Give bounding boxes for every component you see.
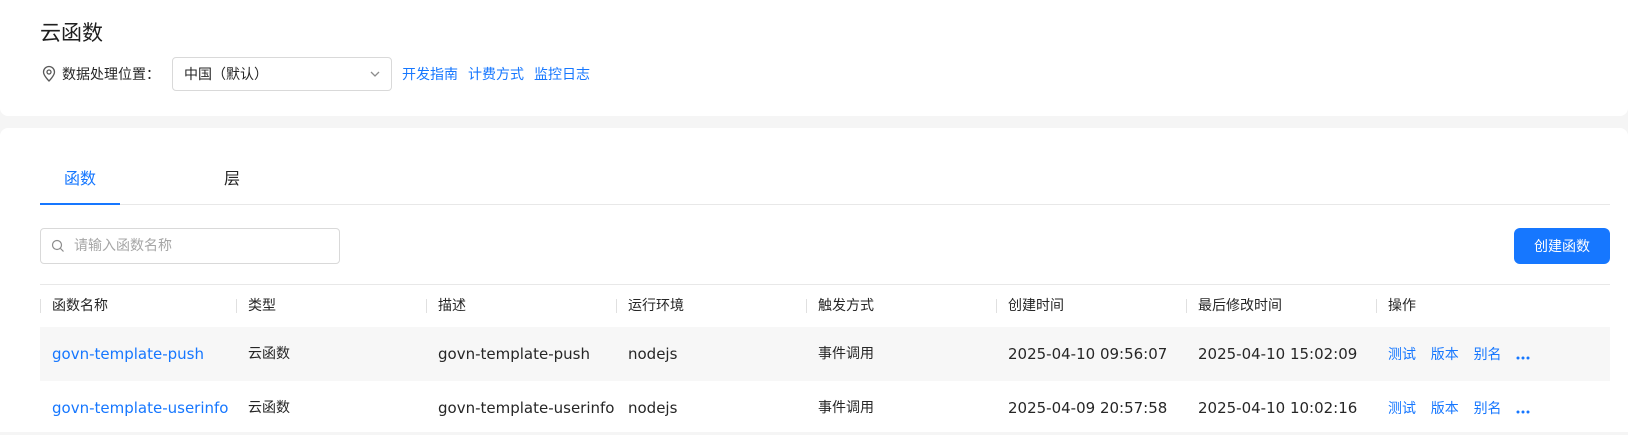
tab-functions[interactable]: 函数 <box>40 164 120 204</box>
function-type: 云函数 <box>236 381 426 435</box>
col-header-description: 描述 <box>426 285 616 327</box>
col-header-name: 函数名称 <box>40 285 236 327</box>
search-input[interactable] <box>72 237 326 255</box>
search-box[interactable] <box>40 228 340 264</box>
billing-link[interactable]: 计费方式 <box>468 64 524 84</box>
function-created: 2025-04-09 20:57:58 <box>996 381 1186 435</box>
function-name-link[interactable]: govn-template-userinfo <box>40 381 236 435</box>
test-action[interactable]: 测试 <box>1388 401 1416 417</box>
more-icon[interactable] <box>1516 382 1530 435</box>
table-row: govn-template-push 云函数 govn-template-pus… <box>40 327 1610 381</box>
more-icon[interactable] <box>1516 328 1530 382</box>
col-header-created: 创建时间 <box>996 285 1186 327</box>
region-label: 数据处理位置： <box>62 64 160 84</box>
col-header-actions: 操作 <box>1376 285 1610 327</box>
table-row: govn-template-userinfo 云函数 govn-template… <box>40 381 1610 435</box>
version-action[interactable]: 版本 <box>1431 401 1459 417</box>
region-row: 数据处理位置： 中国（默认） 开发指南 计费方式 监控日志 <box>40 56 590 92</box>
search-icon <box>51 239 65 253</box>
function-name-link[interactable]: govn-template-push <box>40 327 236 381</box>
function-trigger: 事件调用 <box>806 327 996 381</box>
row-actions: 测试 版本 别名 <box>1376 327 1610 381</box>
function-description: govn-template-push <box>426 327 616 381</box>
col-header-modified: 最后修改时间 <box>1186 285 1376 327</box>
chevron-down-icon <box>369 68 381 80</box>
functions-table: 函数名称 类型 描述 运行环境 触发方式 创建时间 最后修改时间 操作 govn… <box>40 284 1610 435</box>
function-modified: 2025-04-10 10:02:16 <box>1186 381 1376 435</box>
top-panel: 云函数 数据处理位置： 中国（默认） 开发指南 计费方式 监控日志 <box>0 0 1628 116</box>
function-description: govn-template-userinfo <box>426 381 616 435</box>
alias-action[interactable]: 别名 <box>1474 401 1502 417</box>
region-select[interactable]: 中国（默认） <box>172 57 392 91</box>
table-header: 函数名称 类型 描述 运行环境 触发方式 创建时间 最后修改时间 操作 <box>40 284 1610 327</box>
location-pin-icon <box>40 65 58 83</box>
create-function-button[interactable]: 创建函数 <box>1514 228 1610 264</box>
col-header-runtime: 运行环境 <box>616 285 806 327</box>
function-created: 2025-04-10 09:56:07 <box>996 327 1186 381</box>
page-title: 云函数 <box>40 18 103 48</box>
col-header-type: 类型 <box>236 285 426 327</box>
tab-layers[interactable]: 层 <box>192 164 272 204</box>
test-action[interactable]: 测试 <box>1388 347 1416 363</box>
col-header-trigger: 触发方式 <box>806 285 996 327</box>
function-trigger: 事件调用 <box>806 381 996 435</box>
region-select-value: 中国（默认） <box>184 64 268 84</box>
version-action[interactable]: 版本 <box>1431 347 1459 363</box>
monitor-log-link[interactable]: 监控日志 <box>534 64 590 84</box>
row-actions: 测试 版本 别名 <box>1376 381 1610 435</box>
function-runtime: nodejs <box>616 381 806 435</box>
alias-action[interactable]: 别名 <box>1474 347 1502 363</box>
main-panel: 函数 层 创建函数 函数名称 类型 描述 运行环境 触发方式 创建时间 最后修改… <box>0 128 1628 432</box>
function-type: 云函数 <box>236 327 426 381</box>
tab-bar: 函数 层 <box>40 164 1610 205</box>
function-runtime: nodejs <box>616 327 806 381</box>
function-modified: 2025-04-10 15:02:09 <box>1186 327 1376 381</box>
dev-guide-link[interactable]: 开发指南 <box>402 64 458 84</box>
